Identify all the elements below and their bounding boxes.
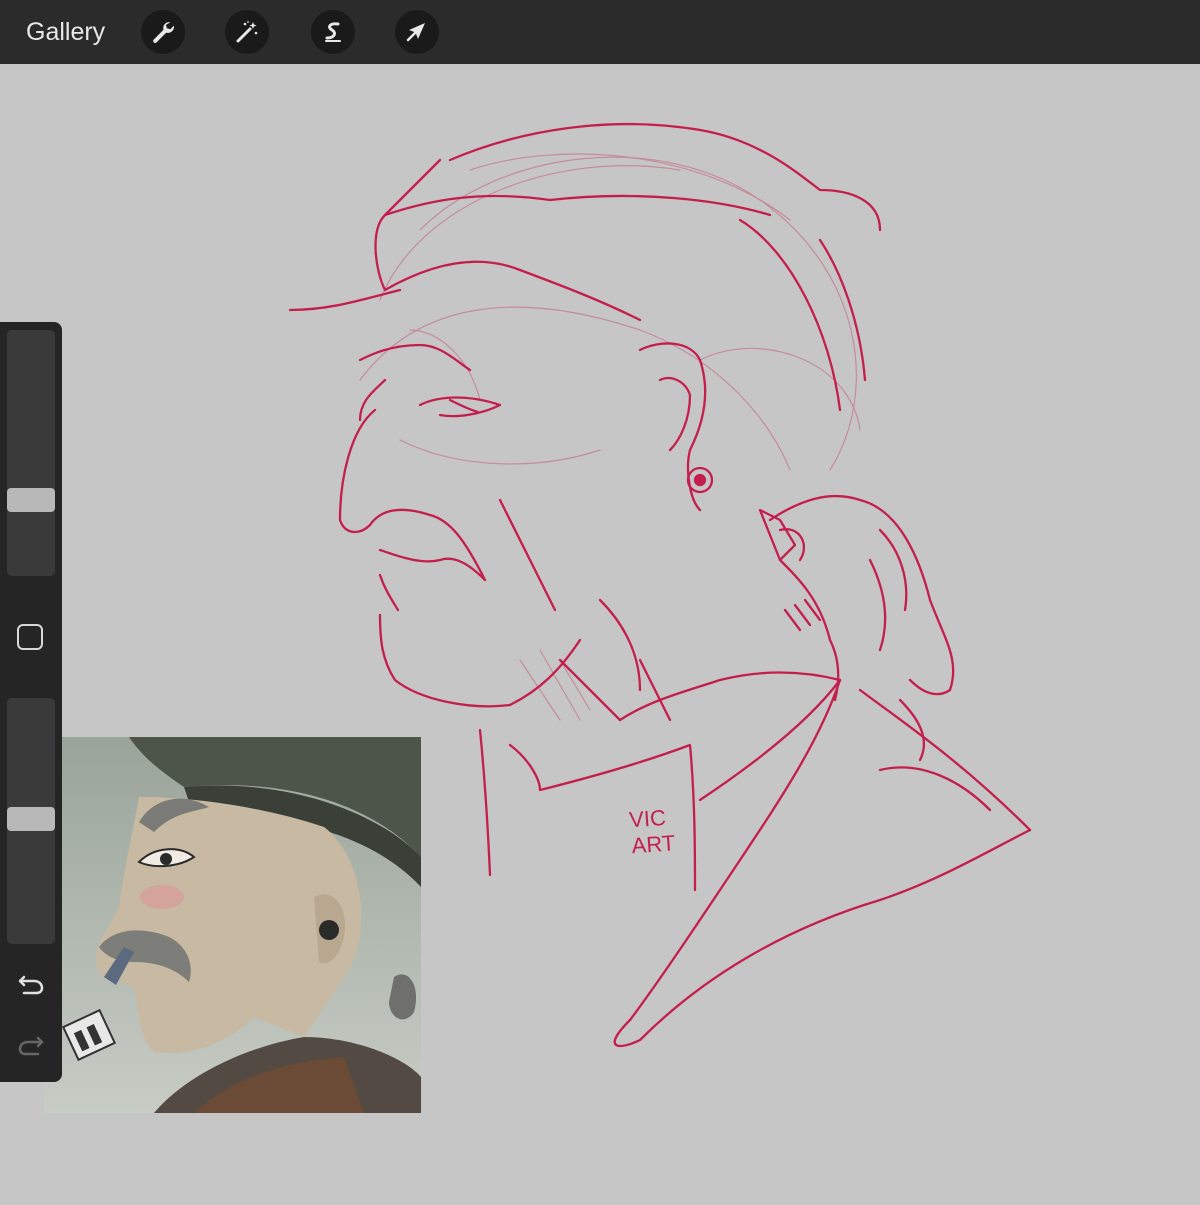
redo-icon: [18, 1036, 44, 1056]
selection-button[interactable]: [311, 10, 355, 54]
transform-button[interactable]: [395, 10, 439, 54]
brush-size-slider[interactable]: [7, 330, 55, 576]
reference-character-image: [44, 737, 421, 1113]
reference-image-panel[interactable]: [44, 737, 421, 1113]
brush-opacity-slider[interactable]: [7, 698, 55, 944]
brush-opacity-slider-thumb[interactable]: [7, 807, 55, 831]
brush-sidebar: [0, 322, 62, 1082]
gallery-button[interactable]: Gallery: [26, 14, 105, 50]
signature-line-1: VIC: [628, 805, 666, 833]
undo-icon: [18, 975, 44, 995]
adjustments-button[interactable]: [225, 10, 269, 54]
undo-button[interactable]: [16, 969, 46, 999]
magic-wand-icon: [236, 21, 258, 43]
brush-size-slider-thumb[interactable]: [7, 488, 55, 512]
selection-s-icon: [325, 22, 341, 42]
signature-line-2: ART: [631, 830, 676, 858]
redo-button[interactable]: [16, 1030, 46, 1060]
arrow-cursor-icon: [406, 23, 425, 42]
actions-button[interactable]: [141, 10, 185, 54]
modify-square-button[interactable]: [17, 624, 43, 650]
wrench-icon: [153, 22, 175, 43]
top-toolbar: Gallery: [0, 0, 1200, 64]
